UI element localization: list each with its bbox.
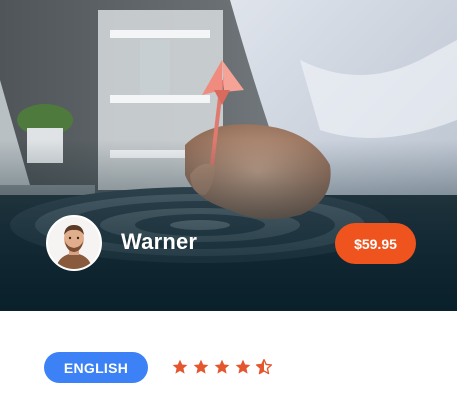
star-icon bbox=[193, 359, 209, 374]
author-name[interactable]: Warner bbox=[121, 228, 197, 256]
course-thumbnail[interactable]: Warner $59.95 bbox=[0, 0, 457, 311]
author-avatar-photo bbox=[48, 217, 100, 269]
star-icon bbox=[235, 359, 251, 374]
category-tag[interactable]: ENGLISH bbox=[44, 352, 148, 383]
course-card[interactable]: Warner $59.95 ENGLISH bbox=[0, 0, 457, 400]
author-avatar[interactable] bbox=[46, 215, 102, 271]
star-half-icon bbox=[255, 358, 273, 375]
star-icon bbox=[214, 359, 230, 374]
star-icon bbox=[172, 359, 188, 374]
price-badge[interactable]: $59.95 bbox=[335, 223, 416, 264]
rating-stars bbox=[171, 358, 273, 376]
